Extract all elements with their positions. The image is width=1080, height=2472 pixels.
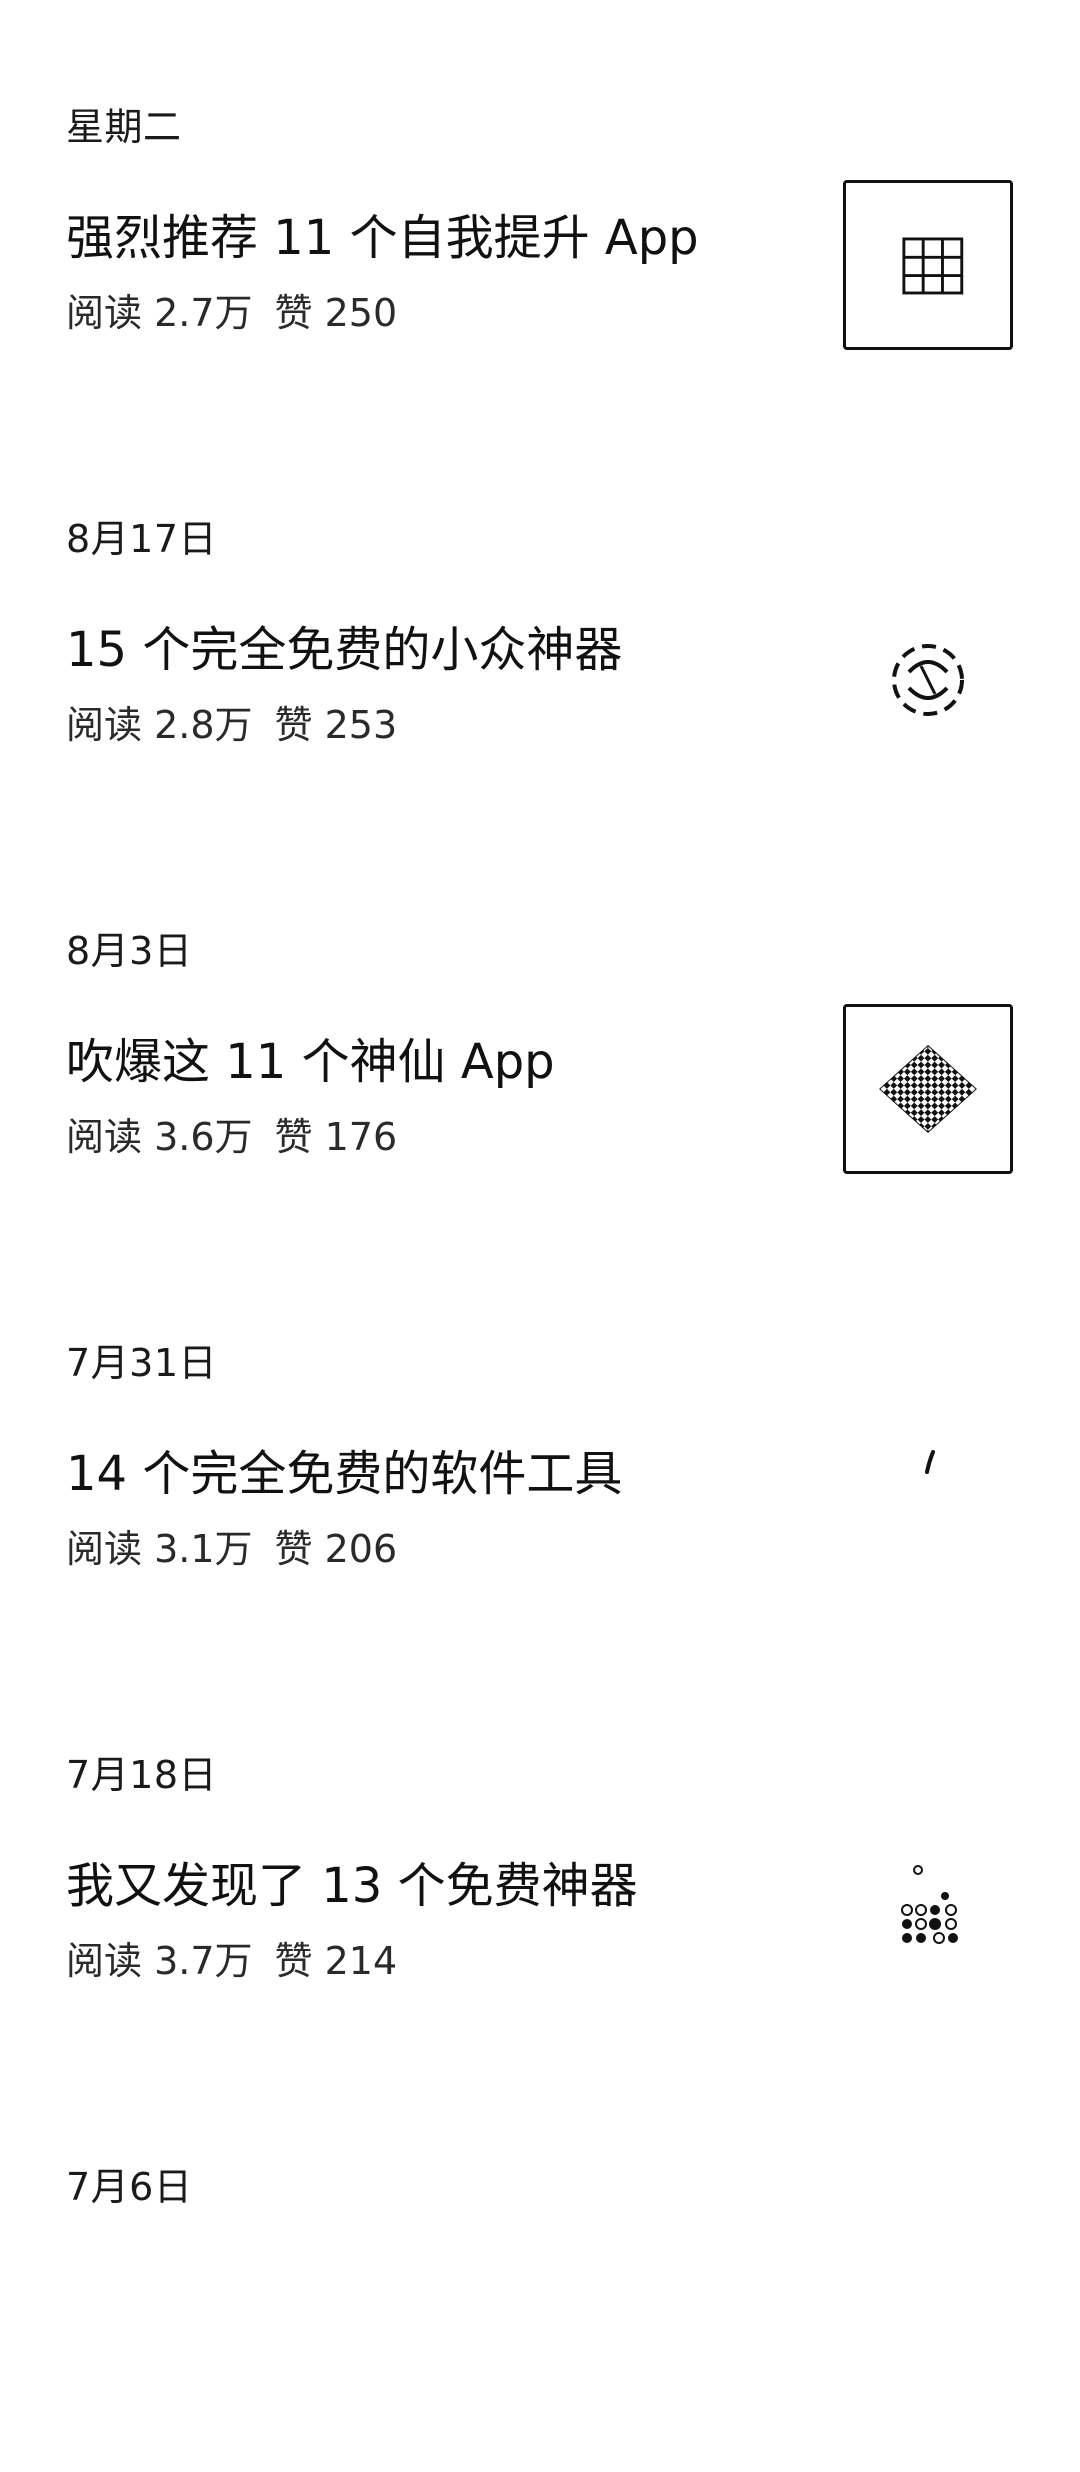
article-group: 7月6日 bbox=[0, 2060, 1080, 2472]
article-stats: 阅读 3.1万赞 206 bbox=[66, 1518, 397, 1573]
article-thumbnail[interactable] bbox=[843, 1004, 1013, 1174]
like-count: 赞 250 bbox=[274, 291, 398, 335]
article-group: 7月31日 14 个完全免费的软件工具 阅读 3.1万赞 206 bbox=[0, 1236, 1080, 1648]
read-count: 阅读 3.1万 bbox=[66, 1527, 253, 1571]
date-header: 8月3日 bbox=[66, 929, 193, 973]
like-count: 赞 214 bbox=[274, 1939, 398, 1983]
article-thumbnail[interactable] bbox=[843, 1828, 1013, 1998]
read-count: 阅读 3.7万 bbox=[66, 1939, 253, 1983]
checkered-diamond-icon bbox=[879, 1044, 977, 1134]
date-header: 7月31日 bbox=[66, 1341, 218, 1385]
like-count: 赞 253 bbox=[274, 703, 398, 747]
grid-icon bbox=[902, 237, 964, 295]
article-item[interactable]: 15 个完全免费的小众神器 阅读 2.8万赞 253 bbox=[0, 582, 1080, 767]
leaf-mark-icon bbox=[925, 1450, 935, 1474]
dots-pattern-icon bbox=[901, 1865, 958, 1944]
article-thumbnail[interactable] bbox=[843, 592, 1013, 762]
read-count: 阅读 2.7万 bbox=[66, 291, 253, 335]
article-feed: 星期二 强烈推荐 11 个自我提升 App 阅读 2.7万赞 250 8月17日… bbox=[0, 0, 1080, 2206]
read-count: 阅读 3.6万 bbox=[66, 1115, 253, 1159]
article-item[interactable]: 强烈推荐 11 个自我提升 App 阅读 2.7万赞 250 bbox=[0, 170, 1080, 355]
date-header: 7月6日 bbox=[66, 2165, 193, 2209]
article-item[interactable]: 14 个完全免费的软件工具 阅读 3.1万赞 206 bbox=[0, 1406, 1080, 1591]
article-stats: 阅读 2.8万赞 253 bbox=[66, 694, 397, 749]
like-count: 赞 176 bbox=[274, 1115, 398, 1159]
article-title[interactable]: 吹爆这 11 个神仙 App bbox=[66, 1034, 555, 1092]
article-title[interactable]: 我又发现了 13 个免费神器 bbox=[66, 1858, 638, 1916]
article-group: 8月17日 15 个完全免费的小众神器 阅读 2.8万赞 253 bbox=[0, 412, 1080, 824]
article-stats: 阅读 2.7万赞 250 bbox=[66, 282, 397, 337]
article-stats: 阅读 3.7万赞 214 bbox=[66, 1930, 397, 1985]
article-group: 8月3日 吹爆这 11 个神仙 App 阅读 3.6万赞 176 bbox=[0, 824, 1080, 1236]
article-stats: 阅读 3.6万赞 176 bbox=[66, 1106, 397, 1161]
article-group: 星期二 强烈推荐 11 个自我提升 App 阅读 2.7万赞 250 bbox=[0, 0, 1080, 412]
read-count: 阅读 2.8万 bbox=[66, 703, 253, 747]
article-title[interactable]: 14 个完全免费的软件工具 bbox=[66, 1446, 622, 1504]
article-thumbnail[interactable] bbox=[843, 1416, 1013, 1586]
date-header: 7月18日 bbox=[66, 1753, 218, 1797]
like-count: 赞 206 bbox=[274, 1527, 398, 1571]
date-header: 8月17日 bbox=[66, 517, 218, 561]
article-item[interactable]: 我又发现了 13 个免费神器 阅读 3.7万赞 214 bbox=[0, 1818, 1080, 2003]
date-header: 星期二 bbox=[66, 105, 182, 149]
article-title[interactable]: 强烈推荐 11 个自我提升 App bbox=[66, 210, 699, 268]
article-title[interactable]: 15 个完全免费的小众神器 bbox=[66, 622, 622, 680]
swirl-logo-icon bbox=[892, 644, 964, 716]
article-thumbnail[interactable] bbox=[843, 180, 1013, 350]
article-group: 7月18日 我又发现了 13 个免费神器 阅读 3.7万赞 214 bbox=[0, 1648, 1080, 2060]
article-item[interactable]: 吹爆这 11 个神仙 App 阅读 3.6万赞 176 bbox=[0, 994, 1080, 1179]
